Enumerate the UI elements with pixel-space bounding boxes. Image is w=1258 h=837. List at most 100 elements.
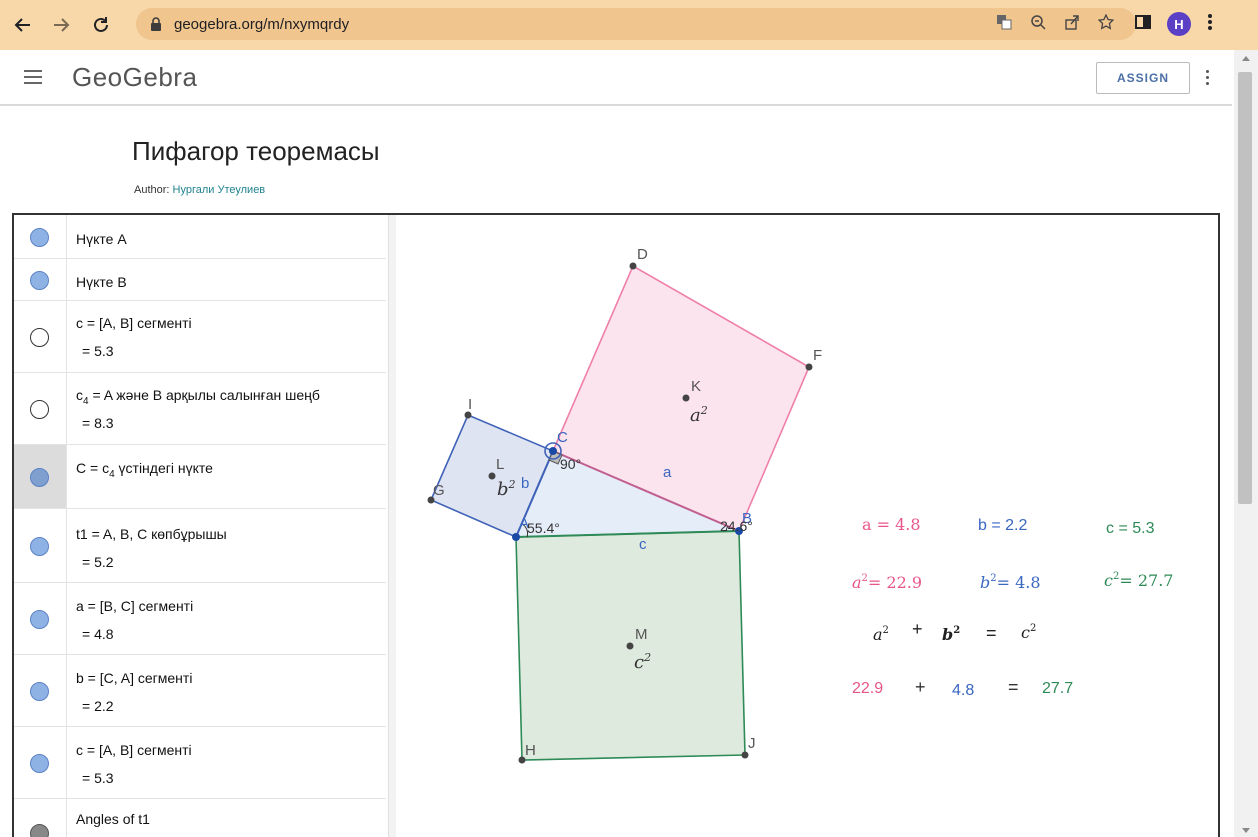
page-title: Пифагор теоремасы bbox=[132, 136, 380, 166]
geogebra-applet[interactable]: Нүкте A Нүкте B c = [A, B] сегменті = 5.… bbox=[12, 213, 1220, 837]
view-divider[interactable] bbox=[388, 215, 396, 837]
page-scrollbar[interactable] bbox=[1234, 50, 1258, 837]
visibility-toggle[interactable] bbox=[30, 610, 49, 629]
label-i: I bbox=[468, 396, 472, 413]
visibility-toggle[interactable] bbox=[30, 824, 49, 837]
graphics-view[interactable]: D F I G H J K L M A B C a b c 55.4° 24.6… bbox=[396, 215, 1218, 837]
algebra-definition: c = [A, B] сегменті bbox=[76, 742, 192, 758]
point-j[interactable] bbox=[741, 751, 749, 759]
point-k[interactable] bbox=[682, 394, 690, 402]
formula-b-squared: b2 bbox=[942, 625, 960, 644]
label-segment-b: b bbox=[521, 475, 529, 492]
assign-button[interactable]: ASSIGN bbox=[1096, 62, 1190, 94]
numeric-a-squared: 22.9 bbox=[852, 680, 883, 697]
site-header: GeoGebra ASSIGN bbox=[0, 50, 1232, 106]
point-m[interactable] bbox=[626, 642, 634, 650]
visibility-toggle[interactable] bbox=[30, 328, 49, 347]
visibility-toggle[interactable] bbox=[30, 271, 49, 290]
menu-icon[interactable] bbox=[24, 70, 42, 84]
algebra-value: = 5.3 bbox=[82, 343, 114, 359]
lock-icon bbox=[150, 17, 162, 31]
algebra-definition: Angles of t1 bbox=[76, 811, 150, 827]
algebra-row-segment-c[interactable]: c = [A, B] сегменті = 5.3 bbox=[14, 301, 386, 373]
result-a-squared: a2= 22.9 bbox=[852, 573, 922, 592]
result-b-squared: b2= 4.8 bbox=[980, 573, 1041, 592]
algebra-definition: c = [A, B] сегменті bbox=[76, 315, 192, 331]
label-f: F bbox=[813, 347, 822, 364]
algebra-value: = 8.3 bbox=[82, 415, 114, 431]
algebra-definition: b = [C, A] сегменті bbox=[76, 670, 193, 686]
visibility-toggle[interactable] bbox=[30, 468, 49, 487]
result-c: c = 5.3 bbox=[1106, 520, 1155, 537]
algebra-row-circle-c4[interactable]: c4 = A және B арқылы салынған шеңб = 8.3 bbox=[14, 373, 386, 445]
share-icon[interactable] bbox=[1064, 14, 1080, 34]
author-label: Author: bbox=[134, 184, 170, 196]
numeric-plus: + bbox=[915, 677, 926, 697]
algebra-value: = 4.8 bbox=[82, 626, 114, 642]
label-m: M bbox=[635, 626, 648, 643]
algebra-value: = 2.2 bbox=[82, 698, 114, 714]
algebra-row-segment-b[interactable]: b = [C, A] сегменті = 2.2 bbox=[14, 655, 386, 727]
algebra-value: = 5.3 bbox=[82, 770, 114, 786]
result-c-squared: c2= 27.7 bbox=[1104, 571, 1173, 590]
profile-avatar[interactable]: H bbox=[1167, 12, 1191, 36]
algebra-view: Нүкте A Нүкте B c = [A, B] сегменті = 5.… bbox=[14, 215, 386, 837]
browser-toolbar: geogebra.org/m/nxymqrdy H bbox=[0, 0, 1258, 50]
browser-menu-icon[interactable] bbox=[1207, 13, 1213, 36]
reload-icon[interactable] bbox=[86, 10, 116, 40]
angle-label-a: 55.4° bbox=[527, 520, 560, 536]
algebra-definition: Нүкте B bbox=[76, 274, 127, 290]
label-c: C bbox=[557, 429, 568, 446]
formula-a-squared: a2 bbox=[873, 625, 889, 644]
more-options-icon[interactable] bbox=[1204, 70, 1210, 88]
angle-label-c: 90° bbox=[560, 456, 581, 472]
point-c[interactable] bbox=[549, 447, 557, 455]
algebra-definition: C = c4 үстіндегі нүкте bbox=[76, 460, 213, 480]
algebra-value: = 5.2 bbox=[82, 554, 114, 570]
scroll-up-icon[interactable] bbox=[1242, 56, 1250, 61]
label-k: K bbox=[691, 378, 701, 395]
geogebra-logo[interactable]: GeoGebra bbox=[72, 62, 197, 93]
algebra-row-angles[interactable]: Angles of t1 bbox=[14, 799, 386, 837]
star-icon[interactable] bbox=[1097, 13, 1115, 34]
formula-c-squared: c2 bbox=[1021, 623, 1036, 642]
formula-equals: = bbox=[986, 623, 997, 643]
result-a: a = 4.8 bbox=[862, 515, 921, 534]
author-link[interactable]: Нургали Утеулиев bbox=[173, 184, 266, 196]
author-line: Author: Нургали Утеулиев bbox=[134, 184, 265, 196]
point-f[interactable] bbox=[805, 363, 813, 371]
algebra-row-polygon-t1[interactable]: t1 = A, B, C көпбұрышы = 5.2 bbox=[14, 509, 386, 583]
algebra-definition: Нүкте A bbox=[76, 231, 127, 247]
scrollbar-thumb[interactable] bbox=[1238, 72, 1252, 504]
translate-icon[interactable] bbox=[996, 14, 1012, 34]
back-icon[interactable] bbox=[8, 10, 38, 40]
address-bar[interactable]: geogebra.org/m/nxymqrdy bbox=[136, 8, 1136, 40]
point-d[interactable] bbox=[629, 262, 637, 270]
visibility-toggle[interactable] bbox=[30, 228, 49, 247]
algebra-definition: a = [B, C] сегменті bbox=[76, 598, 194, 614]
label-g: G bbox=[433, 482, 445, 499]
algebra-definition: c4 = A және B арқылы салынған шеңб bbox=[76, 387, 320, 407]
numeric-equals: = bbox=[1008, 677, 1019, 697]
algebra-row-segment-c-2[interactable]: c = [A, B] сегменті = 5.3 bbox=[14, 727, 386, 799]
label-l: L bbox=[496, 456, 504, 473]
forward-icon[interactable] bbox=[46, 10, 76, 40]
zoom-icon[interactable] bbox=[1030, 14, 1046, 34]
visibility-toggle[interactable] bbox=[30, 754, 49, 773]
point-a[interactable] bbox=[512, 533, 520, 541]
numeric-c-squared: 27.7 bbox=[1042, 680, 1073, 697]
algebra-row-segment-a[interactable]: a = [B, C] сегменті = 4.8 bbox=[14, 583, 386, 655]
point-l[interactable] bbox=[488, 472, 496, 480]
sidepanel-icon[interactable] bbox=[1135, 14, 1151, 35]
algebra-row-point-a[interactable]: Нүкте A bbox=[14, 215, 386, 259]
label-segment-a: a bbox=[663, 464, 672, 481]
label-d: D bbox=[637, 246, 648, 263]
visibility-toggle[interactable] bbox=[30, 537, 49, 556]
label-h: H bbox=[525, 742, 536, 759]
visibility-toggle[interactable] bbox=[30, 400, 49, 419]
algebra-row-point-c[interactable]: C = c4 үстіндегі нүкте bbox=[14, 445, 386, 509]
algebra-row-point-b[interactable]: Нүкте B bbox=[14, 259, 386, 301]
scroll-down-icon[interactable] bbox=[1242, 828, 1250, 833]
label-j: J bbox=[748, 735, 756, 752]
visibility-toggle[interactable] bbox=[30, 682, 49, 701]
